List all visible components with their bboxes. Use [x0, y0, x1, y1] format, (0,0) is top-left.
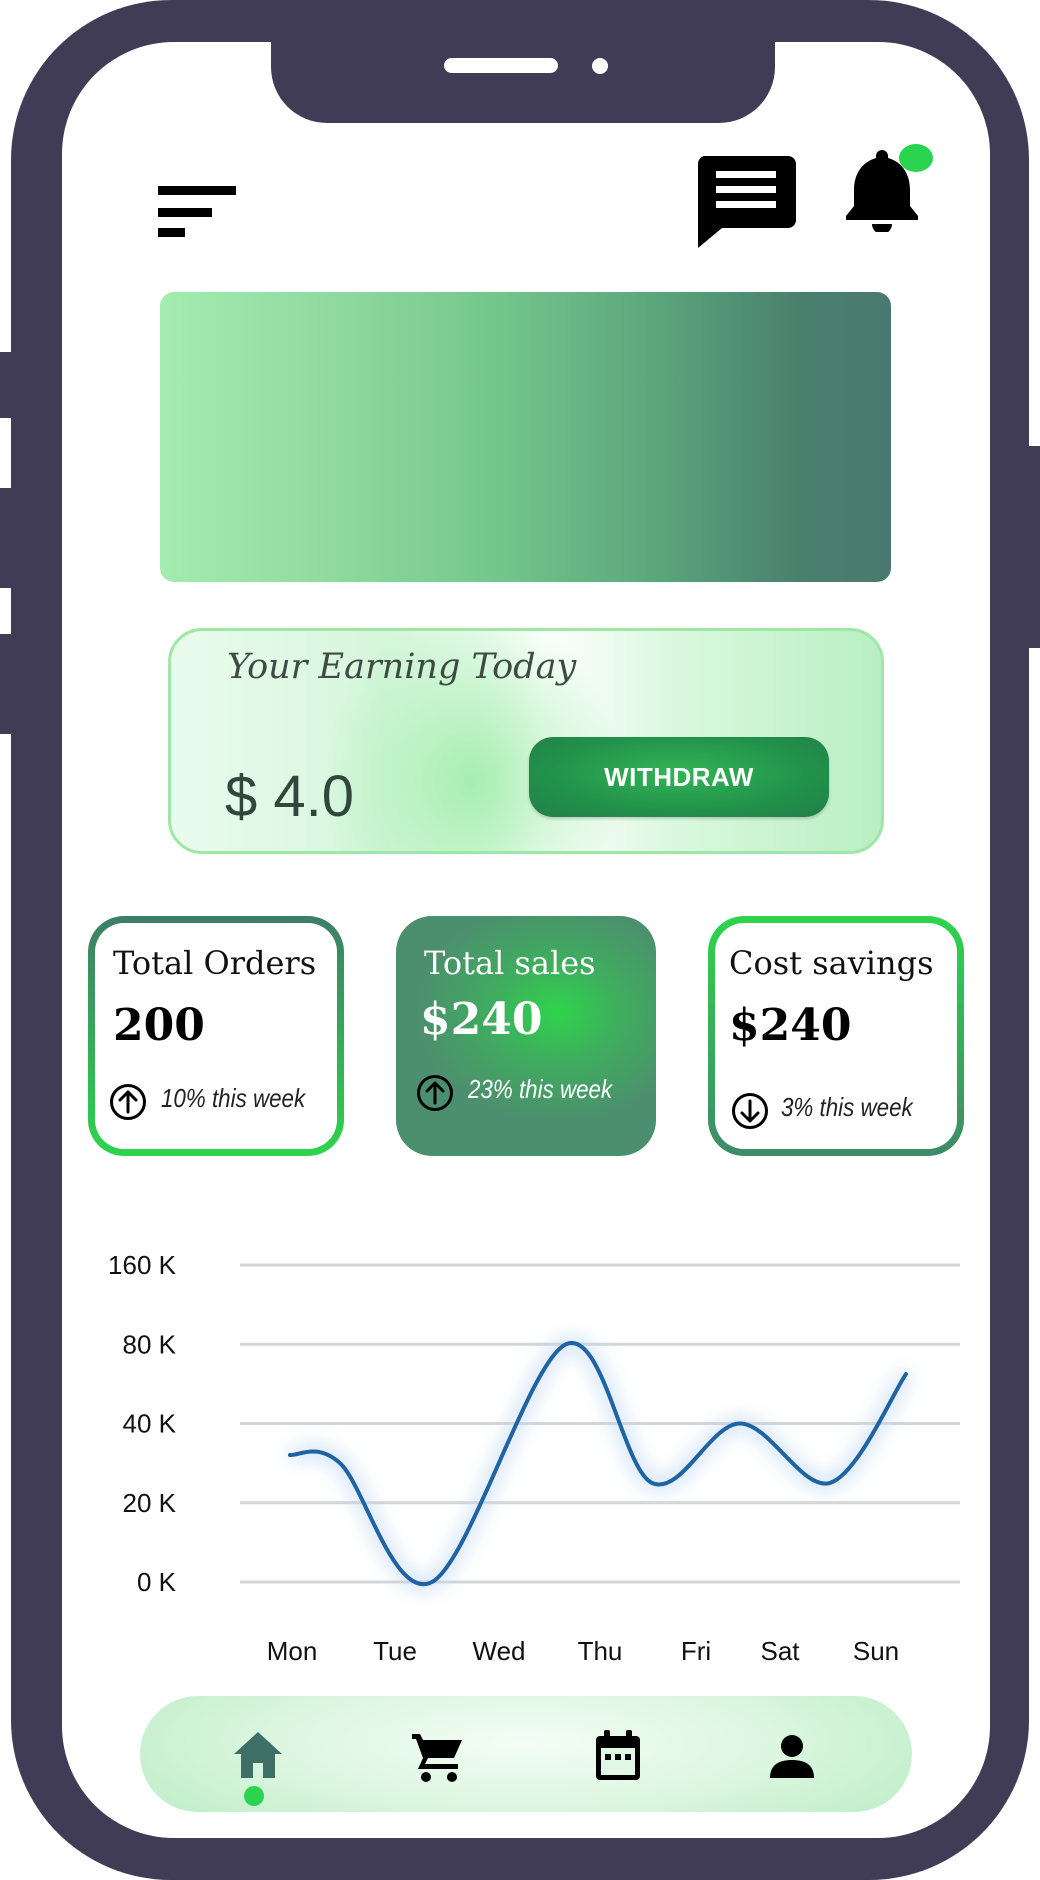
stat-value: $240: [729, 1000, 852, 1051]
stat-value: $240: [420, 994, 543, 1045]
calendar-icon[interactable]: [588, 1726, 648, 1786]
total-sales-card[interactable]: Total sales $240 23% this week: [396, 916, 656, 1156]
notification-badge: [899, 144, 933, 172]
phone-mockup: Your Earning Today $ 4.0 WITHDRAW Total …: [0, 0, 1040, 1880]
stat-change: 23% this week: [468, 1074, 613, 1104]
earning-amount: $ 4.0: [225, 764, 354, 829]
cart-icon[interactable]: [408, 1726, 468, 1786]
total-orders-card[interactable]: Total Orders 200 10% this week: [88, 916, 344, 1156]
front-camera: [592, 58, 608, 74]
menu-icon[interactable]: [158, 186, 238, 238]
stat-value: 200: [113, 1000, 205, 1051]
withdraw-button[interactable]: WITHDRAW: [529, 737, 829, 817]
speaker-grille: [444, 58, 558, 73]
stat-title: Total sales: [424, 944, 596, 982]
arrow-up-circle-icon: [417, 1075, 453, 1111]
stat-change: 10% this week: [161, 1083, 306, 1113]
person-icon[interactable]: [762, 1726, 822, 1786]
earning-title: Your Earning Today: [227, 647, 577, 687]
earning-card: Your Earning Today $ 4.0 WITHDRAW: [168, 628, 884, 854]
nav-active-indicator: [244, 1786, 264, 1806]
cost-savings-card[interactable]: Cost savings $240 3% this week: [708, 916, 964, 1156]
arrow-down-circle-icon: [732, 1093, 768, 1129]
stat-title: Cost savings: [729, 944, 934, 982]
stat-title: Total Orders: [113, 944, 317, 982]
chat-icon[interactable]: [696, 156, 796, 248]
arrow-up-circle-icon: [110, 1084, 146, 1120]
home-icon[interactable]: [228, 1726, 288, 1786]
notch: [271, 42, 775, 123]
stat-change: 3% this week: [781, 1092, 913, 1122]
side-button-right: [1028, 446, 1040, 648]
promo-banner[interactable]: [160, 292, 891, 582]
